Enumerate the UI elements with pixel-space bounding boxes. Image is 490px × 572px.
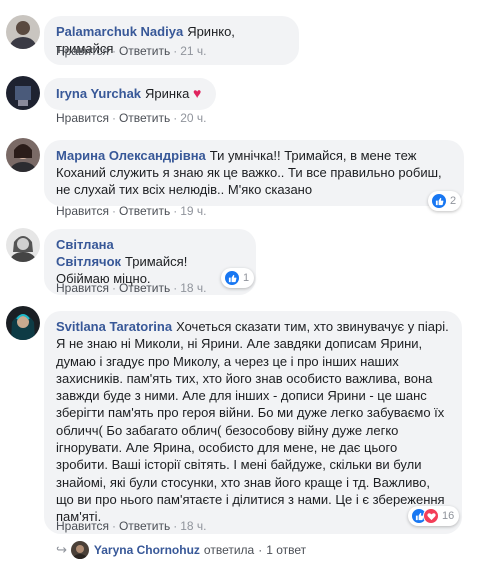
reply-author[interactable]: Yaryna Chornohuz bbox=[94, 543, 200, 557]
comment-author[interactable]: Світлана Світлячок bbox=[56, 237, 121, 269]
separator: · bbox=[111, 204, 116, 218]
separator: · bbox=[173, 204, 178, 218]
comment-author[interactable]: Iryna Yurchak bbox=[56, 86, 141, 101]
avatar[interactable] bbox=[6, 76, 40, 110]
separator: · bbox=[173, 44, 178, 58]
comment-author[interactable]: Svitlana Taratorina bbox=[56, 319, 172, 334]
reaction-count: 2 bbox=[450, 195, 457, 207]
separator: · bbox=[111, 281, 116, 295]
comment-timestamp[interactable]: 20 ч. bbox=[180, 111, 206, 125]
reply-link[interactable]: Ответить bbox=[119, 204, 170, 218]
comment-bubble: Марина Олександрівна Ти умнічка!! Тримайс… bbox=[44, 140, 464, 206]
comment-author[interactable]: Palamarchuk Nadiya bbox=[56, 24, 183, 39]
reactions-summary[interactable]: 2 bbox=[428, 191, 462, 211]
comment-actions: Нравится · Ответить · 18 ч. bbox=[56, 281, 207, 295]
avatar[interactable] bbox=[6, 138, 40, 172]
like-reaction-icon bbox=[224, 270, 240, 286]
reply-action: ответила bbox=[203, 543, 255, 557]
avatar[interactable] bbox=[6, 306, 40, 340]
reply-link[interactable]: Ответить bbox=[119, 44, 170, 58]
comment-actions: Нравится · Ответить · 20 ч. bbox=[56, 111, 207, 125]
like-link[interactable]: Нравится bbox=[56, 204, 109, 218]
reply-link[interactable]: Ответить bbox=[119, 281, 170, 295]
love-reaction-icon bbox=[423, 508, 439, 524]
comment-bubble: Iryna Yurchak Яринка ♥ bbox=[44, 78, 216, 110]
comment-actions: Нравится · Ответить · 18 ч. bbox=[56, 519, 207, 533]
comment-timestamp[interactable]: 18 ч. bbox=[180, 519, 206, 533]
like-link[interactable]: Нравится bbox=[56, 111, 109, 125]
like-link[interactable]: Нравится bbox=[56, 44, 109, 58]
comment-bubble: Svitlana Taratorina Хочеться сказати тим,… bbox=[44, 311, 462, 534]
separator: · bbox=[173, 519, 178, 533]
reactions-summary[interactable]: 16 bbox=[408, 506, 460, 526]
separator: · bbox=[173, 111, 178, 125]
view-replies-link[interactable]: ↪ Yaryna Chornohuz ответила · 1 ответ bbox=[56, 541, 306, 559]
reaction-count: 1 bbox=[243, 272, 250, 284]
avatar[interactable] bbox=[6, 228, 40, 262]
reply-link[interactable]: Ответить bbox=[119, 519, 170, 533]
comment-text: Хочеться сказати тим, хто звинувачує у п… bbox=[56, 319, 449, 525]
avatar[interactable] bbox=[6, 15, 40, 49]
separator: · bbox=[111, 519, 116, 533]
separator: · bbox=[111, 44, 116, 58]
reply-link[interactable]: Ответить bbox=[119, 111, 170, 125]
reactions-summary[interactable]: 1 bbox=[221, 268, 255, 288]
reply-arrow-icon: ↪ bbox=[56, 542, 67, 557]
comment-author[interactable]: Марина Олександрівна bbox=[56, 148, 206, 163]
comment-text: Яринка bbox=[145, 86, 190, 101]
reply-count[interactable]: 1 ответ bbox=[266, 543, 306, 557]
separator: · bbox=[173, 281, 178, 295]
separator: · bbox=[258, 543, 263, 557]
comment-actions: Нравится · Ответить · 19 ч. bbox=[56, 204, 207, 218]
comment-timestamp[interactable]: 21 ч. bbox=[180, 44, 206, 58]
heart-emoji: ♥ bbox=[192, 85, 202, 101]
like-reaction-icon bbox=[431, 193, 447, 209]
separator: · bbox=[111, 111, 116, 125]
like-link[interactable]: Нравится bbox=[56, 281, 109, 295]
comment-timestamp[interactable]: 19 ч. bbox=[180, 204, 206, 218]
like-link[interactable]: Нравится bbox=[56, 519, 109, 533]
comment-actions: Нравится · Ответить · 21 ч. bbox=[56, 44, 207, 58]
comment-timestamp[interactable]: 18 ч. bbox=[180, 281, 206, 295]
avatar bbox=[70, 541, 89, 559]
reaction-count: 16 bbox=[442, 510, 455, 522]
